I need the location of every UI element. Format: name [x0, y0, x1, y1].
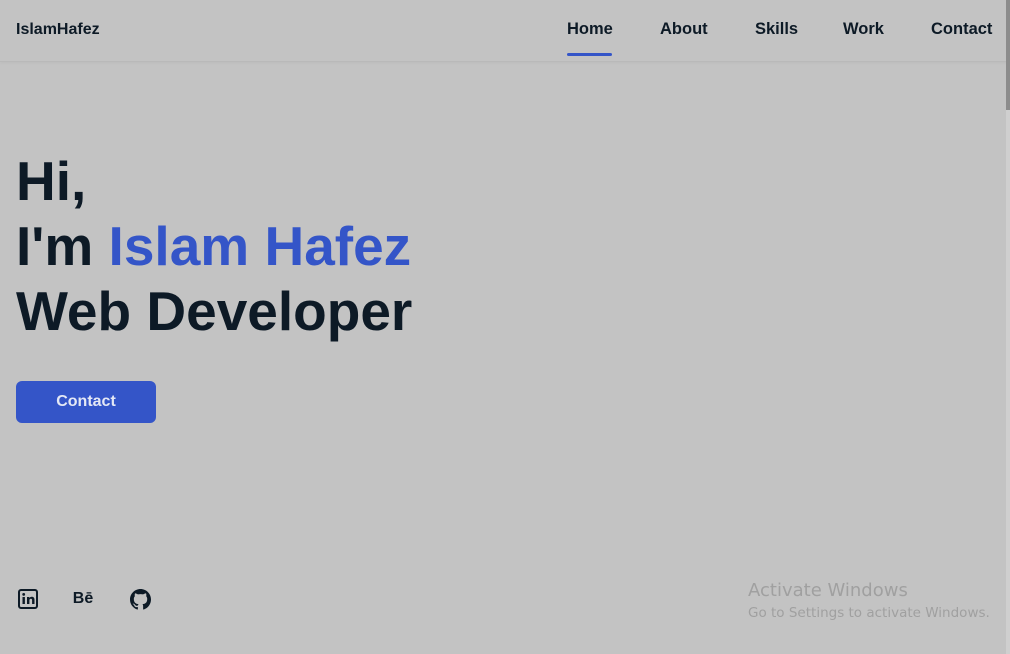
- logo[interactable]: IslamHafez: [16, 21, 100, 39]
- nav-contact[interactable]: Contact: [931, 20, 992, 39]
- hero-role: Web Developer: [16, 280, 413, 342]
- header: IslamHafez Home About Skills Work Contac…: [0, 0, 1010, 62]
- behance-icon[interactable]: Bē: [72, 588, 94, 610]
- nav-work[interactable]: Work: [843, 20, 884, 39]
- linkedin-icon[interactable]: [17, 588, 39, 610]
- scrollbar-thumb[interactable]: [1006, 0, 1010, 110]
- watermark-title: Activate Windows: [748, 580, 908, 601]
- nav-home[interactable]: Home: [567, 20, 613, 39]
- nav-skills[interactable]: Skills: [755, 20, 798, 39]
- scrollbar[interactable]: [1006, 0, 1010, 654]
- hero-intro: I'm Islam Hafez: [16, 219, 411, 274]
- github-icon[interactable]: [129, 588, 151, 610]
- windows-activation-watermark: Activate Windows Go to Settings to activ…: [748, 580, 990, 621]
- hero-greeting: Hi,: [16, 150, 87, 212]
- hero-name: Islam Hafez: [108, 215, 412, 277]
- hero-intro-prefix: I'm: [16, 215, 109, 277]
- active-nav-indicator: [567, 53, 612, 56]
- contact-button[interactable]: Contact: [16, 381, 156, 423]
- nav-about[interactable]: About: [660, 20, 708, 39]
- watermark-subtitle: Go to Settings to activate Windows.: [748, 605, 990, 621]
